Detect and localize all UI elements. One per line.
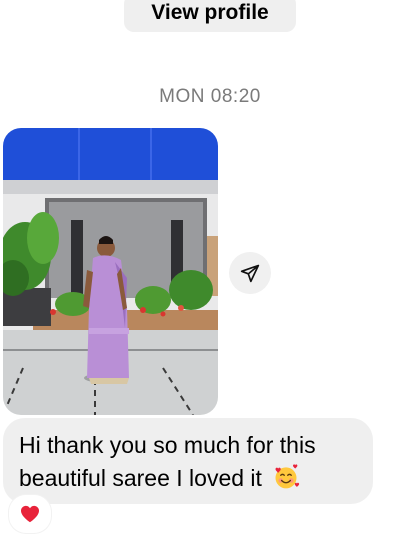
message-timestamp: MON 08:20 (159, 86, 261, 107)
shared-photo[interactable] (3, 128, 218, 415)
message-reaction[interactable] (9, 495, 51, 533)
view-profile-button[interactable]: View profile (124, 0, 296, 32)
red-heart-icon (21, 505, 39, 523)
message-text: Hi thank you so much for this beautiful … (19, 432, 316, 491)
smiling-face-with-hearts-icon (275, 464, 300, 489)
photo-image (3, 128, 218, 415)
chat-screen: View profile MON 08:20 Hi thank you so m… (0, 0, 420, 560)
share-photo-button[interactable] (229, 252, 271, 294)
message-bubble[interactable]: Hi thank you so much for this beautiful … (3, 418, 373, 504)
paper-plane-icon (240, 264, 260, 283)
